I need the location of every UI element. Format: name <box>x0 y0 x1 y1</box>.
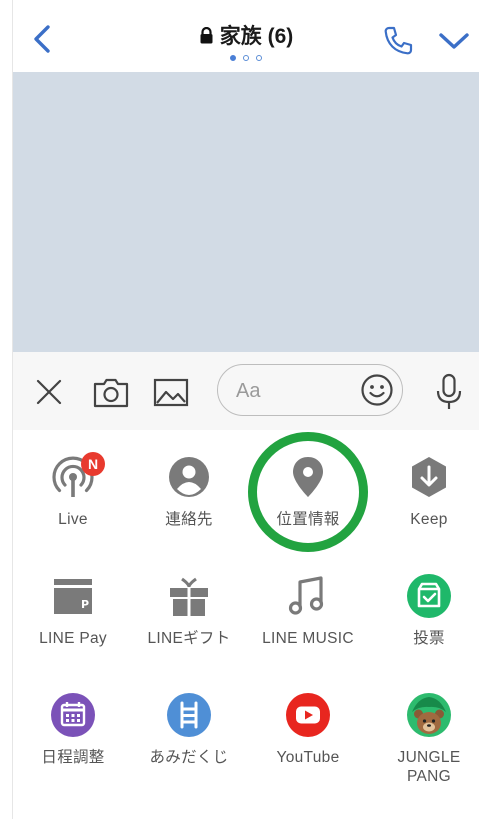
menu-item-keep[interactable]: Keep <box>370 454 479 534</box>
menu-item-label: LINE MUSIC <box>262 630 354 647</box>
calendar-icon <box>51 693 95 737</box>
menu-item-line-music[interactable]: LINE MUSIC <box>249 573 367 653</box>
gift-icon <box>170 577 208 616</box>
menu-item-label: Keep <box>410 511 448 528</box>
close-icon <box>36 379 62 405</box>
menu-item-line-gift[interactable]: LINEギフト <box>130 573 248 653</box>
call-button[interactable] <box>381 24 415 58</box>
image-button[interactable] <box>151 372 191 412</box>
emoji-button[interactable] <box>360 373 394 407</box>
chevron-down-icon <box>439 33 469 49</box>
menu-item-jungle-pang[interactable]: JUNGLE PANG <box>370 692 479 792</box>
chat-title[interactable]: 家族 (6) <box>199 20 294 50</box>
music-note-icon <box>288 576 324 615</box>
menu-item-line-pay[interactable]: P LINE Pay <box>14 573 132 653</box>
camera-icon <box>93 378 129 408</box>
youtube-icon <box>286 693 330 737</box>
contact-icon <box>169 457 209 497</box>
keep-icon <box>412 457 446 497</box>
menu-item-vote[interactable]: 投票 <box>370 573 479 653</box>
menu-item-label: 日程調整 <box>41 749 105 766</box>
page-dot <box>230 55 236 61</box>
menu-item-youtube[interactable]: YouTube <box>249 692 367 792</box>
menu-item-label: 投票 <box>413 630 445 647</box>
close-menu-button[interactable] <box>29 372 69 412</box>
menu-item-contacts[interactable]: 連絡先 <box>130 454 248 534</box>
page-dot <box>243 55 249 61</box>
more-menu-grid: Live 連絡先 位置情報 Keep P LINE Pay LINEギフト LI… <box>13 430 479 819</box>
menu-item-schedule[interactable]: 日程調整 <box>14 692 132 792</box>
phone-icon <box>384 26 413 55</box>
camera-button[interactable] <box>91 372 131 412</box>
message-field[interactable] <box>217 364 403 416</box>
menu-item-label: LINE Pay <box>39 630 107 647</box>
message-input[interactable] <box>234 377 348 405</box>
chat-message-area[interactable] <box>13 72 479 352</box>
vote-icon <box>407 574 451 618</box>
menu-item-label: Live <box>58 511 88 528</box>
expand-button[interactable] <box>436 24 472 58</box>
jungle-pang-icon <box>407 693 451 737</box>
emoji-icon <box>361 374 393 406</box>
image-icon <box>153 378 189 407</box>
menu-item-label: JUNGLE PANG <box>397 749 461 785</box>
chat-title-text: 家族 (6) <box>219 25 294 48</box>
menu-item-label: YouTube <box>276 749 340 766</box>
microphone-icon <box>436 373 462 409</box>
menu-item-label: 連絡先 <box>165 511 213 528</box>
input-bar <box>13 352 479 430</box>
highlight-circle <box>248 432 368 552</box>
page-dot <box>256 55 262 61</box>
ladder-icon <box>167 693 211 737</box>
menu-item-label: あみだくじ <box>149 749 229 766</box>
menu-item-live[interactable]: Live <box>14 454 132 534</box>
lock-icon <box>200 26 213 43</box>
svg-text:P: P <box>81 598 89 611</box>
menu-item-amidakuji[interactable]: あみだくじ <box>130 692 248 792</box>
new-badge: N <box>81 452 105 476</box>
voice-button[interactable] <box>429 372 469 412</box>
menu-item-label: LINEギフト <box>147 630 231 647</box>
chat-header: 家族 (6) <box>13 0 479 72</box>
wallet-icon: P <box>54 579 92 614</box>
